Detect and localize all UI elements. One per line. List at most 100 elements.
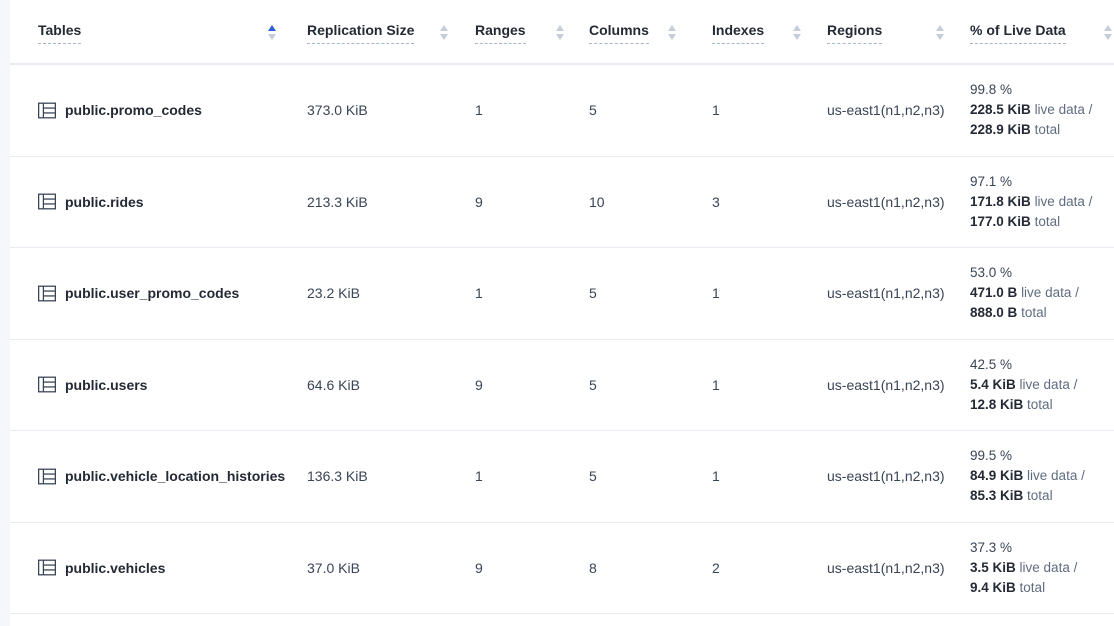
total-data-label: total: [1035, 122, 1061, 137]
table-name: public.rides: [65, 194, 144, 210]
column-header-label: % of Live Data: [970, 22, 1066, 44]
total-data-bytes: 85.3 KiB: [970, 488, 1023, 503]
columns-value: 8: [578, 560, 690, 576]
table-name-link[interactable]: public.vehicles: [10, 559, 290, 576]
live-data-bytes: 471.0 B: [970, 285, 1017, 300]
live-data-label: live data /: [1021, 285, 1079, 300]
replication-size-value: 64.6 KiB: [290, 377, 462, 393]
live-data-value: 99.8 % 228.5 KiB live data / 228.9 KiB t…: [958, 80, 1114, 140]
table-icon: [38, 376, 56, 393]
table-name: public.promo_codes: [65, 102, 202, 118]
table-body: public.promo_codes 373.0 KiB 1 5 1 us-ea…: [10, 65, 1114, 614]
live-data-percent: 53.0 %: [970, 263, 1114, 283]
live-data-percent: 37.3 %: [970, 538, 1114, 558]
sort-arrows-icon: [936, 25, 944, 40]
table-header-row: Tables Replication Size Ranges Columns I…: [10, 0, 1114, 65]
replication-size-value: 136.3 KiB: [290, 468, 462, 484]
tables-page: Tables Replication Size Ranges Columns I…: [0, 0, 1114, 626]
column-header-label: Tables: [38, 22, 81, 44]
live-data-label: live data /: [1020, 377, 1078, 392]
columns-value: 10: [578, 194, 690, 210]
table-row: public.user_promo_codes 23.2 KiB 1 5 1 u…: [10, 248, 1114, 340]
column-header-label: Ranges: [475, 22, 526, 44]
table-name: public.vehicles: [65, 560, 165, 576]
live-data-percent: 99.8 %: [970, 80, 1114, 100]
table-icon: [38, 193, 56, 210]
live-data-percent: 99.5 %: [970, 446, 1114, 466]
regions-value: us-east1(n1,n2,n3): [815, 102, 958, 118]
ranges-value: 9: [462, 377, 578, 393]
column-header-label: Regions: [827, 22, 882, 44]
column-header-indexes[interactable]: Indexes: [690, 0, 815, 63]
column-header-columns[interactable]: Columns: [578, 0, 690, 63]
regions-value: us-east1(n1,n2,n3): [815, 285, 958, 301]
sort-arrows-icon: [1104, 25, 1112, 40]
sort-arrows-icon: [556, 25, 564, 40]
table-name-link[interactable]: public.rides: [10, 193, 290, 210]
column-header-ranges[interactable]: Ranges: [462, 0, 578, 63]
regions-value: us-east1(n1,n2,n3): [815, 468, 958, 484]
ranges-value: 9: [462, 560, 578, 576]
regions-value: us-east1(n1,n2,n3): [815, 377, 958, 393]
table-row: public.rides 213.3 KiB 9 10 3 us-east1(n…: [10, 157, 1114, 249]
table-name-link[interactable]: public.users: [10, 376, 290, 393]
live-data-value: 37.3 % 3.5 KiB live data / 9.4 KiB total: [958, 538, 1114, 598]
sort-arrows-icon: [268, 25, 276, 40]
regions-value: us-east1(n1,n2,n3): [815, 560, 958, 576]
total-data-bytes: 9.4 KiB: [970, 580, 1016, 595]
sort-arrows-icon: [793, 25, 801, 40]
table-icon: [38, 559, 56, 576]
total-data-bytes: 12.8 KiB: [970, 397, 1023, 412]
table-name-link[interactable]: public.promo_codes: [10, 102, 290, 119]
columns-value: 5: [578, 285, 690, 301]
regions-value: us-east1(n1,n2,n3): [815, 194, 958, 210]
live-data-label: live data /: [1027, 468, 1085, 483]
table-icon: [38, 285, 56, 302]
live-data-value: 53.0 % 471.0 B live data / 888.0 B total: [958, 263, 1114, 323]
tables-table: Tables Replication Size Ranges Columns I…: [10, 0, 1114, 626]
table-row: public.vehicles 37.0 KiB 9 8 2 us-east1(…: [10, 523, 1114, 615]
columns-value: 5: [578, 102, 690, 118]
table-icon: [38, 468, 56, 485]
indexes-value: 1: [690, 102, 815, 118]
live-data-label: live data /: [1035, 194, 1093, 209]
table-row: public.vehicle_location_histories 136.3 …: [10, 431, 1114, 523]
total-data-label: total: [1020, 580, 1046, 595]
column-header-tables[interactable]: Tables: [10, 0, 290, 63]
indexes-value: 1: [690, 377, 815, 393]
column-header-live-data[interactable]: % of Live Data: [958, 0, 1114, 63]
live-data-value: 99.5 % 84.9 KiB live data / 85.3 KiB tot…: [958, 446, 1114, 506]
replication-size-value: 23.2 KiB: [290, 285, 462, 301]
live-data-bytes: 5.4 KiB: [970, 377, 1016, 392]
column-header-replication-size[interactable]: Replication Size: [290, 0, 462, 63]
columns-value: 5: [578, 377, 690, 393]
replication-size-value: 373.0 KiB: [290, 102, 462, 118]
live-data-bytes: 84.9 KiB: [970, 468, 1023, 483]
table-row: public.users 64.6 KiB 9 5 1 us-east1(n1,…: [10, 340, 1114, 432]
live-data-bytes: 3.5 KiB: [970, 560, 1016, 575]
table-name: public.users: [65, 377, 147, 393]
live-data-bytes: 228.5 KiB: [970, 102, 1031, 117]
total-data-label: total: [1027, 488, 1053, 503]
table-name: public.user_promo_codes: [65, 285, 239, 301]
sort-arrows-icon: [668, 25, 676, 40]
indexes-value: 1: [690, 468, 815, 484]
table-name: public.vehicle_location_histories: [65, 468, 285, 484]
ranges-value: 1: [462, 468, 578, 484]
indexes-value: 3: [690, 194, 815, 210]
total-data-bytes: 888.0 B: [970, 305, 1017, 320]
live-data-label: live data /: [1020, 560, 1078, 575]
total-data-label: total: [1027, 397, 1053, 412]
column-header-regions[interactable]: Regions: [815, 0, 958, 63]
live-data-percent: 42.5 %: [970, 355, 1114, 375]
column-header-label: Indexes: [712, 22, 764, 44]
total-data-label: total: [1021, 305, 1047, 320]
live-data-percent: 97.1 %: [970, 172, 1114, 192]
table-name-link[interactable]: public.vehicle_location_histories: [10, 468, 290, 485]
live-data-bytes: 171.8 KiB: [970, 194, 1031, 209]
table-name-link[interactable]: public.user_promo_codes: [10, 285, 290, 302]
total-data-bytes: 177.0 KiB: [970, 214, 1031, 229]
columns-value: 5: [578, 468, 690, 484]
replication-size-value: 213.3 KiB: [290, 194, 462, 210]
replication-size-value: 37.0 KiB: [290, 560, 462, 576]
